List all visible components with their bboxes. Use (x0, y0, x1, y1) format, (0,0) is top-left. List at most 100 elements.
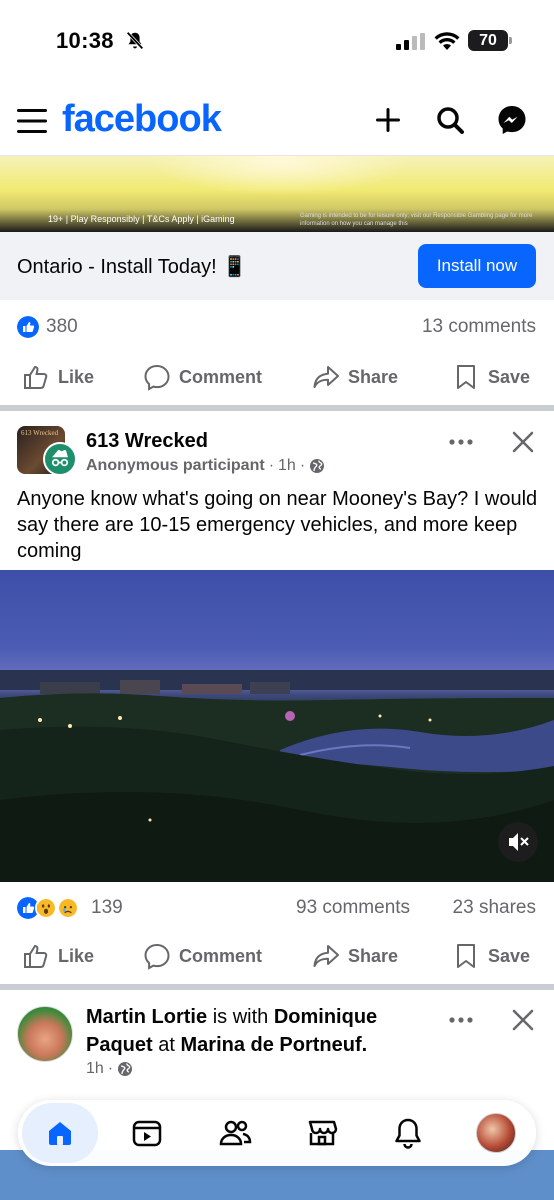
nav-notifications[interactable] (386, 1111, 430, 1155)
speaker-muted-icon (509, 833, 529, 851)
post-video[interactable] (0, 570, 554, 882)
group-thumbnail-text: 613 Wrecked (21, 429, 59, 437)
group-avatar[interactable]: 613 Wrecked (17, 426, 79, 476)
messenger-icon[interactable] (496, 104, 528, 136)
close-icon[interactable] (511, 430, 535, 454)
ad-action-row: Like Comment Share Save (0, 352, 554, 402)
post-reaction-count[interactable]: 139 (91, 897, 123, 919)
post2-meta: 1h · (86, 1060, 133, 1078)
incognito-icon (51, 450, 69, 467)
feed-divider (0, 984, 554, 990)
ad-disclaimer: 19+ | Play Responsibly | T&Cs Apply | iG… (48, 214, 235, 224)
post2-time[interactable]: 1h (86, 1060, 104, 1078)
like-icon (24, 944, 48, 968)
share-button[interactable]: Share (312, 352, 398, 402)
author-avatar[interactable] (17, 1006, 73, 1062)
post-author[interactable]: Anonymous participant (86, 457, 265, 475)
ad-reaction-count[interactable]: 380 (46, 316, 78, 338)
post-meta: Anonymous participant · 1h · (86, 457, 325, 475)
ad-image[interactable]: 19+ | Play Responsibly | T&Cs Apply | iG… (0, 156, 554, 232)
wow-reaction-icon[interactable] (35, 897, 57, 919)
post-reactions-row: 139 93 comments 23 shares (0, 882, 554, 922)
post-comments-count[interactable]: 93 comments (296, 897, 410, 919)
comment-icon (144, 943, 170, 970)
meta-separator: · (268, 457, 275, 474)
ad-glow (150, 156, 410, 196)
nav-home[interactable] (22, 1103, 98, 1163)
comment-label: Comment (179, 366, 263, 387)
nav-marketplace[interactable] (300, 1111, 344, 1155)
share-button[interactable]: Share (312, 931, 398, 981)
like-button[interactable]: Like (22, 931, 94, 981)
save-label: Save (488, 945, 531, 966)
ad-cta-bar[interactable]: Ontario - Install Today! 📱 Install now (0, 232, 554, 300)
comment-label: Comment (179, 945, 263, 966)
bell-off-icon (126, 31, 144, 50)
post2-author[interactable]: Martin Lortie (86, 1006, 207, 1028)
battery-indicator: 70 (468, 30, 512, 51)
plus-icon[interactable] (372, 104, 404, 136)
globe-icon (310, 459, 325, 473)
ad-cta-text: Ontario - Install Today! 📱 (17, 256, 248, 278)
status-time: 10:38 (56, 28, 114, 53)
save-button[interactable]: Save (452, 352, 530, 402)
cellular-signal-icon (396, 33, 425, 50)
share-icon (313, 366, 339, 388)
ad-comments-count[interactable]: 13 comments (422, 316, 536, 338)
video-icon (132, 1120, 162, 1147)
bell-icon (395, 1118, 421, 1149)
home-icon (49, 1122, 71, 1145)
bookmark-icon (457, 365, 475, 389)
anonymous-badge (43, 442, 77, 476)
post-shares-count[interactable]: 23 shares (453, 897, 536, 919)
post2-header-line2: Paquet at Marina de Portneuf. (86, 1034, 367, 1057)
close-icon[interactable] (511, 1008, 535, 1032)
like-button[interactable]: Like (22, 352, 94, 402)
like-reaction-icon[interactable] (17, 316, 39, 338)
save-button[interactable]: Save (452, 931, 530, 981)
post2-with-name-last[interactable]: Paquet (86, 1034, 153, 1056)
friends-icon (219, 1120, 252, 1146)
like-label: Like (58, 945, 95, 966)
group-name[interactable]: 613 Wrecked (86, 430, 208, 453)
share-label: Share (348, 366, 399, 387)
wifi-icon (434, 32, 460, 50)
status-bar: 10:38 70 (0, 0, 554, 90)
like-icon (24, 365, 48, 389)
meta-separator: · (299, 457, 306, 474)
comment-button[interactable]: Comment (143, 352, 262, 402)
ad-disclaimer-small: Gaming is intended to be for leisure onl… (300, 213, 533, 227)
nav-profile[interactable] (474, 1111, 518, 1155)
menu-icon[interactable] (17, 108, 47, 134)
bookmark-icon (457, 944, 475, 968)
more-options-icon[interactable] (448, 1016, 474, 1024)
post2-place[interactable]: Marina de Portneuf. (181, 1034, 368, 1056)
sad-reaction-icon[interactable] (57, 897, 79, 919)
nav-friends[interactable] (213, 1111, 257, 1155)
post2-at: at (158, 1034, 175, 1056)
share-label: Share (348, 945, 399, 966)
nav-video[interactable] (125, 1111, 169, 1155)
post-action-row: Like Comment Share Save (0, 931, 554, 981)
save-label: Save (488, 366, 531, 387)
post-text: Anyone know what's going on near Mooney'… (17, 488, 538, 562)
search-icon[interactable] (434, 104, 466, 136)
profile-avatar (476, 1113, 516, 1153)
comment-icon (144, 364, 170, 391)
like-label: Like (58, 366, 95, 387)
comment-button[interactable]: Comment (143, 931, 262, 981)
globe-icon (118, 1062, 133, 1076)
app-header: facebook (0, 90, 554, 156)
post2-with-name-first[interactable]: Dominique (274, 1006, 377, 1028)
share-icon (313, 945, 339, 967)
post-time[interactable]: 1h (278, 457, 296, 475)
video-landscape (0, 670, 554, 882)
mute-button[interactable] (498, 822, 538, 862)
install-now-button[interactable]: Install now (418, 244, 536, 288)
feed-divider (0, 405, 554, 411)
post2-is-with: is with (212, 1006, 269, 1028)
facebook-logo[interactable]: facebook (62, 98, 222, 141)
marketplace-icon (308, 1120, 338, 1146)
post2-header-line1: Martin Lortie is with Dominique (86, 1006, 377, 1029)
more-options-icon[interactable] (448, 438, 474, 446)
